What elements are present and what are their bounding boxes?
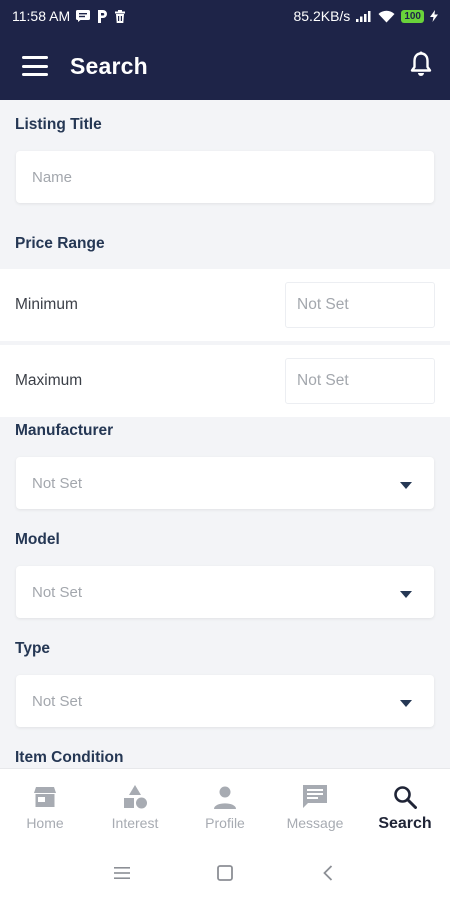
minimum-label: Minimum	[15, 296, 78, 313]
type-value: Not Set	[32, 692, 83, 710]
maximum-price-input[interactable]: Not Set	[285, 358, 435, 404]
chevron-down-icon	[400, 699, 412, 707]
nav-message[interactable]: Message	[270, 769, 360, 846]
status-time: 11:58 AM	[12, 8, 71, 24]
model-label: Model	[15, 531, 60, 548]
nav-search[interactable]: Search	[360, 769, 450, 846]
bottom-navigation: Home Interest Profile Message Search	[0, 768, 450, 846]
bell-icon[interactable]	[410, 51, 432, 82]
nav-profile[interactable]: Profile	[180, 769, 270, 846]
battery-icon: 100	[401, 9, 424, 23]
chat-icon	[302, 783, 328, 811]
nav-home[interactable]: Home	[0, 769, 90, 846]
system-navigation-bar	[0, 846, 450, 900]
price-minimum-row: Minimum Not Set	[0, 269, 450, 341]
nav-interest[interactable]: Interest	[90, 769, 180, 846]
page-title: Search	[70, 52, 148, 79]
store-icon	[34, 783, 56, 811]
nav-profile-label: Profile	[205, 815, 245, 831]
hamburger-menu-icon[interactable]	[22, 56, 48, 76]
item-condition-label: Item Condition	[15, 749, 124, 766]
nav-search-label: Search	[378, 815, 432, 832]
charging-icon	[430, 10, 438, 22]
recents-icon[interactable]	[102, 853, 142, 893]
app-bar: Search	[0, 32, 450, 100]
manufacturer-select[interactable]: Not Set	[16, 457, 434, 509]
search-form: Listing Title Name Price Range Minimum N…	[0, 100, 450, 768]
nav-interest-label: Interest	[111, 815, 159, 831]
price-maximum-row: Maximum Not Set	[0, 345, 450, 417]
listing-title-input[interactable]: Name	[16, 151, 434, 203]
manufacturer-value: Not Set	[32, 474, 83, 492]
home-square-icon[interactable]	[205, 853, 245, 893]
signal-icon	[356, 10, 372, 22]
back-icon[interactable]	[308, 853, 348, 893]
listing-title-label: Listing Title	[15, 116, 102, 133]
p-icon	[96, 9, 108, 23]
type-select[interactable]: Not Set	[16, 675, 434, 727]
type-label: Type	[15, 640, 51, 657]
maximum-label: Maximum	[15, 372, 83, 389]
model-value: Not Set	[32, 583, 83, 601]
nav-message-label: Message	[286, 815, 344, 831]
chevron-down-icon	[400, 481, 412, 489]
search-icon	[393, 783, 417, 811]
message-icon	[76, 10, 91, 22]
nav-home-label: Home	[26, 815, 64, 831]
minimum-price-input[interactable]: Not Set	[285, 282, 435, 328]
wifi-icon	[378, 10, 395, 23]
trash-icon	[114, 9, 126, 23]
manufacturer-label: Manufacturer	[15, 422, 114, 439]
person-icon	[213, 783, 237, 811]
model-select[interactable]: Not Set	[16, 566, 434, 618]
network-speed: 85.2KB/s	[293, 8, 351, 24]
price-range-label: Price Range	[15, 235, 105, 252]
chevron-down-icon	[400, 590, 412, 598]
status-bar: 11:58 AM 85.2KB/s 100	[0, 0, 450, 32]
shapes-icon	[122, 783, 148, 811]
